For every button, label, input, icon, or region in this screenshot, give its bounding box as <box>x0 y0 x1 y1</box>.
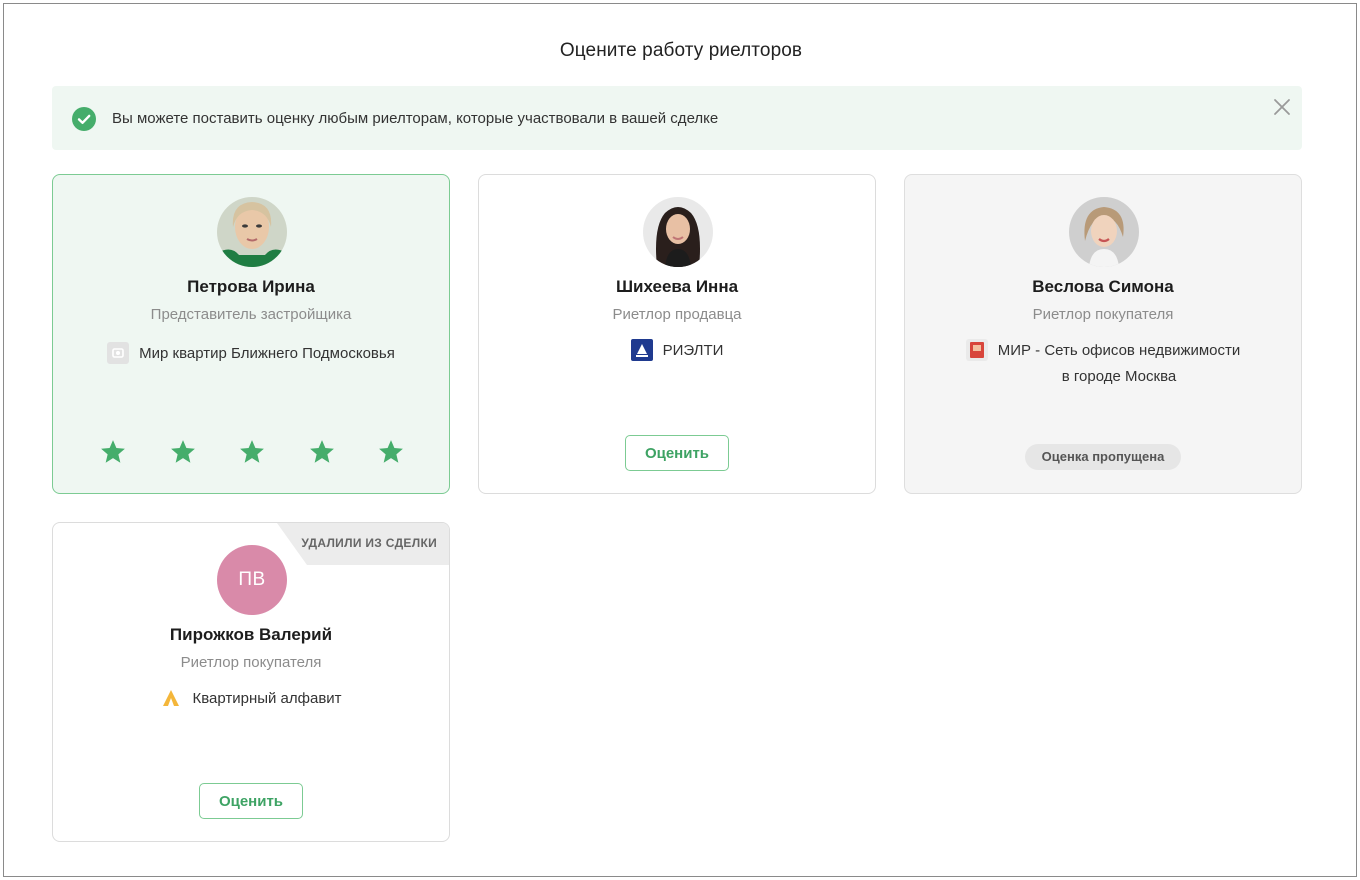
star-icon[interactable] <box>238 438 266 466</box>
avatar-initials: ПВ <box>217 545 287 615</box>
star-icon[interactable] <box>99 438 127 466</box>
realtor-role: Риетлор покупателя <box>180 654 322 671</box>
realty-logo-icon <box>630 339 653 361</box>
company-row: Мир квартир Ближнего Подмосковья <box>53 341 449 367</box>
rating-page: Оцените работу риелторов Вы можете поста… <box>3 3 1357 877</box>
avatar <box>217 197 287 267</box>
company-name: МИР - Сеть офисов недвижимости в городе М… <box>998 338 1241 390</box>
page-title: Оцените работу риелторов <box>559 40 803 61</box>
company-row: МИР - Сеть офисов недвижимости в городе М… <box>905 338 1301 390</box>
realtor-card-veslova: Веслова Симона Риетлор покупателя МИР - … <box>904 174 1302 494</box>
realtor-role: Риетлор покупателя <box>1032 306 1174 323</box>
realtor-name: Петрова Ирина <box>187 277 315 296</box>
info-notice: Вы можете поставить оценку любым риелтор… <box>52 86 1302 150</box>
realtor-name: Шихеева Инна <box>615 277 739 296</box>
company-name: РИЭЛТИ <box>662 342 724 359</box>
removed-tag-text: УДАЛИЛИ ИЗ СДЕЛКИ <box>301 536 437 550</box>
realtor-role: Представитель застройщика <box>150 306 352 323</box>
removed-tag: УДАЛИЛИ ИЗ СДЕЛКИ <box>277 523 449 565</box>
skipped-badge: Оценка пропущена <box>1025 444 1181 470</box>
close-icon[interactable] <box>1271 96 1293 118</box>
star-icon[interactable] <box>308 438 336 466</box>
rate-button[interactable]: Оценить <box>625 435 729 471</box>
avatar <box>1069 197 1139 267</box>
realtor-card-petrova: Петрова Ирина Представитель застройщика … <box>52 174 450 494</box>
star-icon[interactable] <box>169 438 197 466</box>
company-row: Квартирный алфавит <box>53 686 449 712</box>
rating-stars <box>99 438 405 466</box>
mir-logo-icon <box>965 339 988 361</box>
star-icon[interactable] <box>377 438 405 466</box>
company-name: Мир квартир Ближнего Подмосковья <box>139 345 395 362</box>
company-logo-placeholder-icon <box>107 342 130 364</box>
rate-button[interactable]: Оценить <box>199 783 303 819</box>
alphabet-logo-icon <box>160 687 182 709</box>
realtor-name: Пирожков Валерий <box>169 625 333 644</box>
company-row: РИЭЛТИ <box>479 338 875 364</box>
company-name-line1: МИР - Сеть офисов недвижимости <box>997 342 1241 359</box>
realtor-card-pirozhkov: УДАЛИЛИ ИЗ СДЕЛКИ ПВ Пирожков Валерий Ри… <box>52 522 450 842</box>
notice-text: Вы можете поставить оценку любым риелтор… <box>112 110 719 127</box>
avatar <box>643 197 713 267</box>
company-name-line2: в городе Москва <box>1061 368 1177 385</box>
realtor-role: Риетлор продавца <box>612 306 742 323</box>
realtor-name: Веслова Симона <box>1032 277 1174 296</box>
realtor-card-shikheeva: Шихеева Инна Риетлор продавца РИЭЛТИ Оце… <box>478 174 876 494</box>
check-circle-icon <box>72 107 96 131</box>
company-name: Квартирный алфавит <box>192 690 342 707</box>
